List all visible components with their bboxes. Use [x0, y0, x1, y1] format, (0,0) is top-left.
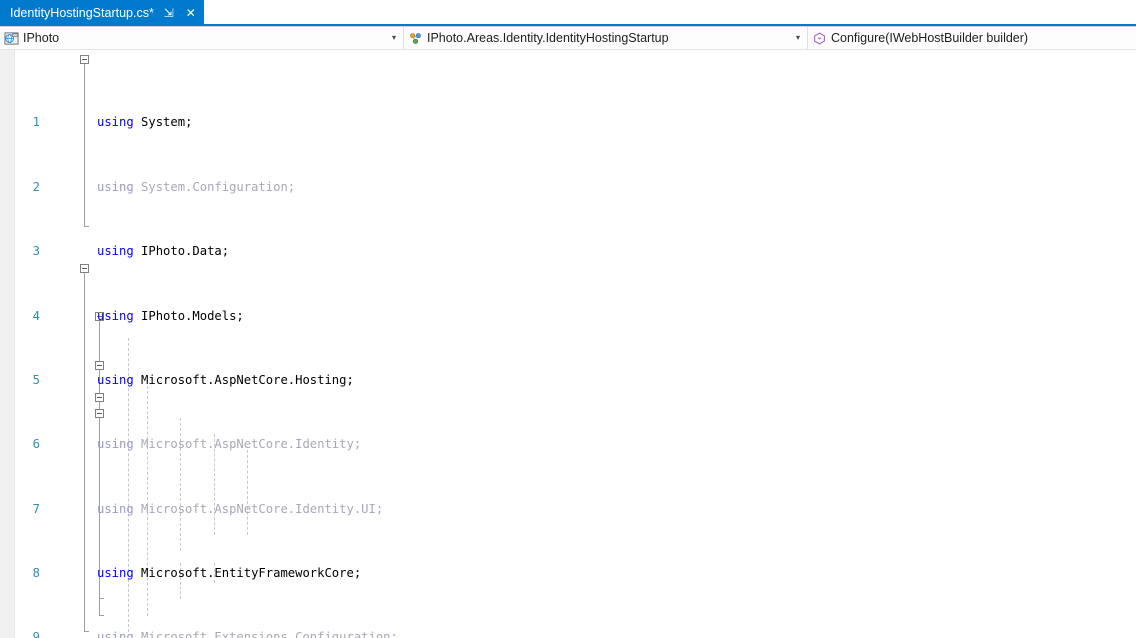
line-text-9: using Microsoft.Extensions.Configuration…: [97, 630, 398, 638]
code-line-9[interactable]: 9 using Microsoft.Extensions.Configurati…: [0, 629, 1136, 638]
class-icon: [410, 32, 421, 44]
line-number: 1: [32, 115, 40, 130]
line-number: 3: [32, 244, 40, 259]
line-text-1: using System;: [97, 115, 193, 130]
line-text-2: using System.Configuration;: [97, 179, 296, 194]
tab-identityhostingstartup[interactable]: IdentityHostingStartup.cs* ⇲ ✕: [0, 0, 204, 26]
code-line-2[interactable]: 2 using System.Configuration;: [0, 179, 1136, 195]
code-line-5[interactable]: 5 using Microsoft.AspNetCore.Hosting;: [0, 372, 1136, 388]
line-number: 9: [32, 630, 40, 638]
code-editor[interactable]: 1 using System; 2 using System.Configura…: [0, 50, 1136, 638]
code-line-6[interactable]: 6 using Microsoft.AspNetCore.Identity;: [0, 436, 1136, 452]
line-number: 2: [32, 179, 40, 194]
navigation-bar: IPhoto ▾ IPhoto.Areas.Identity.IdentityH…: [0, 27, 1136, 50]
line-number: 4: [32, 308, 40, 323]
tab-title: IdentityHostingStartup.cs*: [10, 6, 154, 20]
chevron-down-icon[interactable]: ▾: [791, 34, 805, 42]
editor-tab-strip: IdentityHostingStartup.cs* ⇲ ✕: [0, 0, 1136, 27]
code-line-7[interactable]: 7 using Microsoft.AspNetCore.Identity.UI…: [0, 501, 1136, 517]
chevron-down-icon[interactable]: ▾: [387, 34, 401, 42]
code-line-8[interactable]: 8 using Microsoft.EntityFrameworkCore;: [0, 565, 1136, 581]
line-text-5: using Microsoft.AspNetCore.Hosting;: [97, 372, 354, 387]
project-dropdown[interactable]: IPhoto ▾: [0, 27, 404, 49]
code-line-3[interactable]: 3 using IPhoto.Data;: [0, 243, 1136, 259]
code-lines[interactable]: 1 using System; 2 using System.Configura…: [0, 50, 1136, 638]
line-text-8: using Microsoft.EntityFrameworkCore;: [97, 566, 362, 580]
line-number: 5: [32, 372, 40, 387]
type-dropdown-label: IPhoto.Areas.Identity.IdentityHostingSta…: [427, 31, 669, 45]
code-line-4[interactable]: 4 using IPhoto.Models;: [0, 308, 1136, 324]
method-icon: [814, 31, 825, 45]
project-globe-icon: [4, 31, 19, 45]
line-text-7: using Microsoft.AspNetCore.Identity.UI;: [97, 501, 384, 516]
line-number: 6: [32, 437, 40, 452]
member-dropdown[interactable]: Configure(IWebHostBuilder builder): [808, 27, 1136, 49]
line-number: 8: [32, 566, 40, 580]
member-dropdown-label: Configure(IWebHostBuilder builder): [831, 31, 1029, 45]
line-text-3: using IPhoto.Data;: [97, 244, 230, 259]
line-text-4: using IPhoto.Models;: [97, 308, 244, 323]
line-text-6: using Microsoft.AspNetCore.Identity;: [97, 437, 362, 452]
pin-icon[interactable]: ⇲: [162, 6, 176, 20]
code-line-1[interactable]: 1 using System;: [0, 114, 1136, 130]
type-dropdown[interactable]: IPhoto.Areas.Identity.IdentityHostingSta…: [404, 27, 808, 49]
close-icon[interactable]: ✕: [184, 6, 198, 20]
project-dropdown-label: IPhoto: [23, 31, 60, 45]
line-number: 7: [32, 501, 40, 516]
